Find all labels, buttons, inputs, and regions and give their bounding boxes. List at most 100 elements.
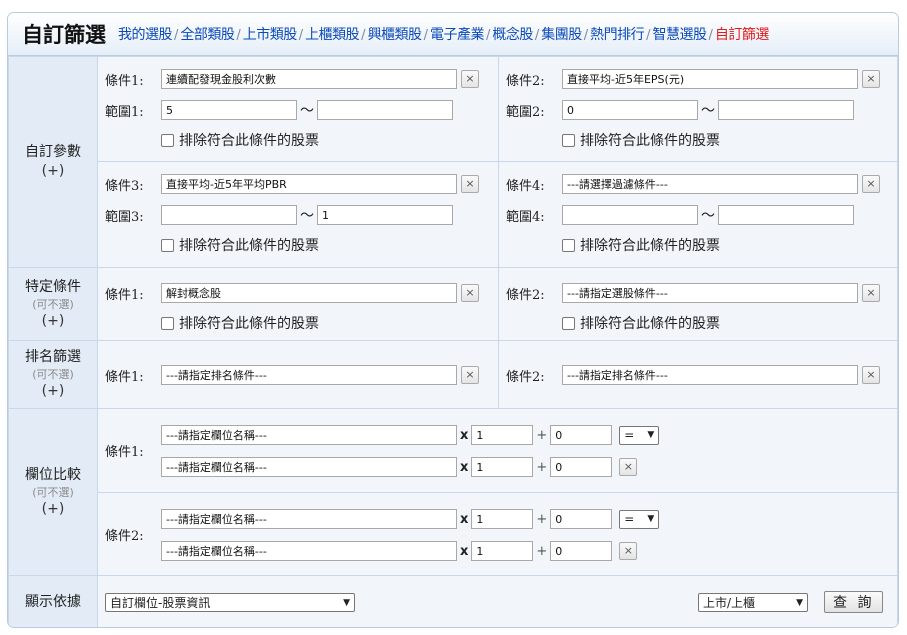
field-row: 條件1: × (105, 283, 479, 303)
addend-input[interactable] (550, 425, 613, 445)
nav-link-7[interactable]: 集團股 (541, 27, 582, 43)
exclude-checkbox[interactable] (562, 316, 575, 330)
multiplier-input[interactable] (471, 425, 534, 445)
nav-separator: / (361, 28, 366, 43)
display-label: 顯示依據 (8, 575, 98, 627)
exclude-label: 排除符合此條件的股票 (179, 133, 319, 149)
expand-plus[interactable]: (+) (9, 312, 97, 331)
range-min-input[interactable] (161, 100, 297, 120)
operator-select[interactable]: = ▼ (619, 509, 660, 529)
query-button[interactable]: 查 詢 (824, 591, 884, 613)
nav-link-9[interactable]: 智慧選股 (653, 27, 708, 43)
rank-cond-1: 條件1: × (97, 340, 499, 409)
nav-link-0[interactable]: 我的選股 (118, 27, 173, 43)
range-max-input[interactable] (317, 100, 453, 120)
field-row: 排除符合此條件的股票 (562, 235, 720, 255)
condition-label: 範圍1: (105, 104, 144, 120)
market-select[interactable]: 上市/上櫃 ▼ (698, 593, 808, 612)
close-icon[interactable]: × (461, 175, 479, 193)
nav-link-6[interactable]: 概念股 (492, 27, 533, 43)
exclude-label: 排除符合此條件的股票 (580, 133, 720, 149)
rank-cond-2: 條件2: × (498, 340, 898, 409)
display-cell: 自訂欄位-股票資訊 ▼ 上市/上櫃 ▼ 查 詢 (97, 575, 898, 627)
exclude-checkbox[interactable] (161, 133, 174, 147)
multiplier-input[interactable] (471, 541, 534, 561)
rank-condition-input[interactable] (562, 365, 858, 385)
custom-cond-4: 條件4: × 範圍4: ～ 排除符合此條件的股票 (498, 161, 898, 268)
rank-label: 排名篩選 (可不選) (+) (8, 340, 98, 409)
exclude-checkbox[interactable] (161, 316, 174, 330)
expand-plus[interactable]: (+) (9, 500, 97, 519)
close-icon[interactable]: × (619, 542, 638, 560)
nav-link-4[interactable]: 興櫃類股 (368, 27, 423, 43)
close-icon[interactable]: × (862, 175, 880, 193)
condition-label: 條件1: (105, 445, 144, 460)
nav-link-8[interactable]: 熱門排行 (590, 27, 645, 43)
close-icon[interactable]: × (862, 366, 880, 384)
special-condition-input[interactable] (562, 283, 858, 303)
expand-plus[interactable]: (+) (9, 162, 97, 181)
range-min-input[interactable] (161, 205, 297, 225)
nav-link-2[interactable]: 上市類股 (243, 27, 298, 43)
range-max-input[interactable] (317, 205, 453, 225)
expand-plus[interactable]: (+) (9, 382, 97, 401)
field-row: 條件2: × (506, 365, 880, 385)
exclude-checkbox[interactable] (161, 238, 174, 252)
close-icon[interactable]: × (619, 458, 638, 476)
multiplier-input[interactable] (471, 457, 534, 477)
operator-select[interactable]: = ▼ (619, 425, 660, 445)
plus-sign: + (536, 543, 548, 559)
field-row: x+=▼ (161, 509, 660, 529)
field-row: 條件1: × (105, 365, 479, 385)
condition-input[interactable] (161, 174, 457, 194)
field-row: 範圍4: ～ (506, 205, 854, 225)
plus-sign: + (536, 459, 548, 475)
field-row: 排除符合此條件的股票 (562, 130, 720, 150)
exclude-checkbox[interactable] (562, 238, 575, 252)
range-max-input[interactable] (718, 100, 854, 120)
nav-link-3[interactable]: 上櫃類股 (305, 27, 360, 43)
section-title: 欄位比較 (25, 466, 81, 483)
condition-label: 範圍4: (506, 209, 545, 225)
special-condition-input[interactable] (161, 283, 457, 303)
rank-condition-input[interactable] (161, 365, 457, 385)
field-row: 排除符合此條件的股票 (161, 313, 319, 333)
range-min-input[interactable] (562, 100, 698, 120)
condition-input[interactable] (562, 69, 858, 89)
multiplier-input[interactable] (471, 509, 534, 529)
operator-value: = (624, 428, 635, 442)
field-row: 條件3: × (105, 174, 479, 194)
section-title: 特定條件 (25, 278, 81, 295)
view-select-value: 自訂欄位-股票資訊 (110, 596, 211, 610)
close-icon[interactable]: × (461, 70, 479, 88)
condition-input[interactable] (161, 69, 457, 89)
market-select-value: 上市/上櫃 (703, 596, 756, 610)
range-max-input[interactable] (718, 205, 854, 225)
addend-input[interactable] (550, 509, 613, 529)
optional-note: (可不選) (32, 368, 74, 381)
close-icon[interactable]: × (862, 70, 880, 88)
exclude-checkbox[interactable] (562, 133, 575, 147)
field-name-input[interactable] (161, 509, 457, 529)
close-icon[interactable]: × (461, 366, 479, 384)
condition-label: 條件4: (506, 178, 545, 194)
compare-cond-1: 條件1:x+=▼x+× (97, 408, 898, 493)
addend-input[interactable] (550, 457, 613, 477)
field-name-input[interactable] (161, 541, 457, 561)
close-icon[interactable]: × (461, 284, 479, 302)
nav-separator: / (174, 28, 179, 43)
nav-link-10[interactable]: 自訂篩選 (715, 27, 770, 43)
range-tilde: ～ (300, 208, 314, 224)
nav-link-1[interactable]: 全部類股 (180, 27, 235, 43)
range-min-input[interactable] (562, 205, 698, 225)
view-select[interactable]: 自訂欄位-股票資訊 ▼ (105, 593, 355, 612)
compare-cond-2: 條件2:x+=▼x+× (97, 492, 898, 576)
close-icon[interactable]: × (862, 284, 880, 302)
page-title: 自訂篩選 (22, 23, 106, 47)
condition-input[interactable] (562, 174, 858, 194)
field-name-input[interactable] (161, 457, 457, 477)
field-name-input[interactable] (161, 425, 457, 445)
condition-label: 條件2: (506, 369, 545, 385)
nav-link-5[interactable]: 電子產業 (430, 27, 485, 43)
addend-input[interactable] (550, 541, 613, 561)
